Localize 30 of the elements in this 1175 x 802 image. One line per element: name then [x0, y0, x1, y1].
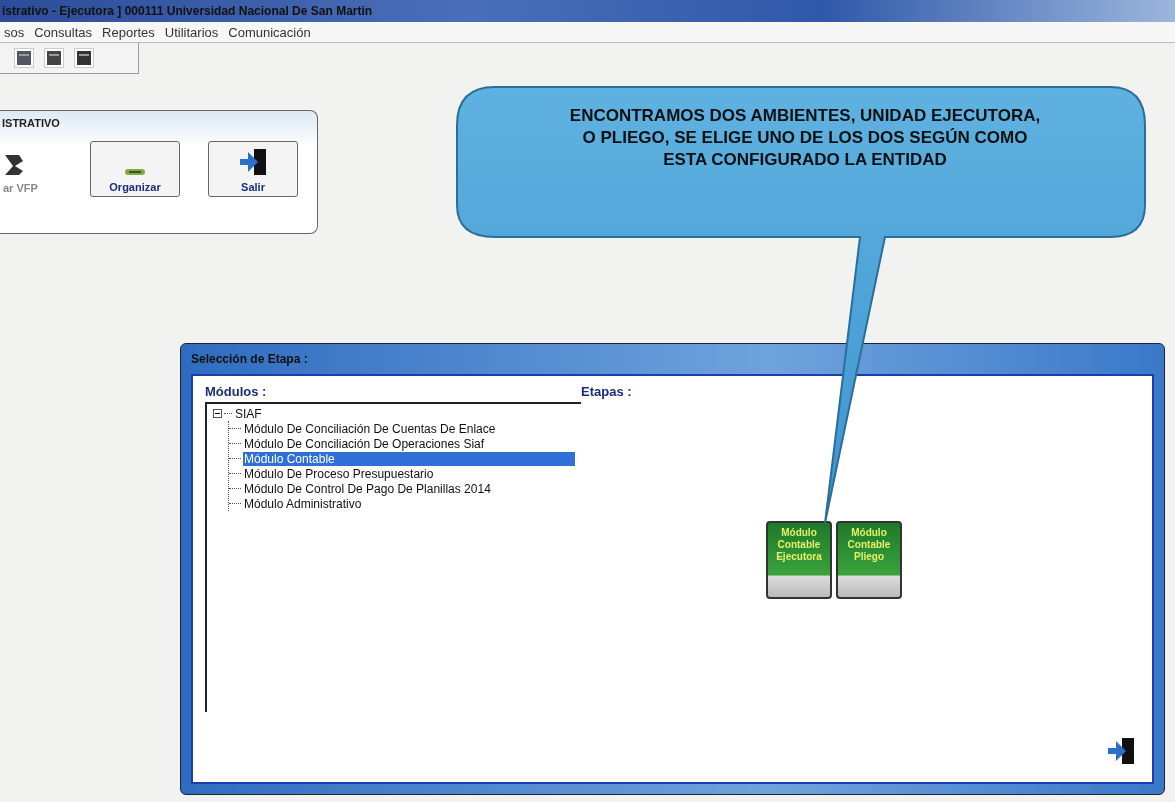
exit-icon[interactable]: [1106, 736, 1136, 766]
stage-button[interactable]: Módulo Contable Pliego: [836, 521, 902, 599]
tree-item[interactable]: Módulo Contable: [243, 451, 575, 466]
toolbar-button[interactable]: [44, 48, 64, 68]
collapse-icon[interactable]: [213, 409, 222, 418]
toolbar-button[interactable]: [14, 48, 34, 68]
tree-item[interactable]: SIAF: [234, 406, 263, 421]
dialog-title: Selección de Etapa :: [191, 352, 308, 366]
tree-item[interactable]: Módulo De Proceso Presupuestario: [243, 466, 435, 481]
toolbar-button[interactable]: ar VFP: [0, 141, 62, 197]
exit-icon: [238, 147, 268, 177]
tree-item[interactable]: Módulo Administrativo: [243, 496, 363, 511]
menu-item[interactable]: Utilitarios: [164, 24, 219, 40]
callout-text: ENCONTRAMOS DOS AMBIENTES, UNIDAD EJECUTORA, O PLIEGO, SE ELIGE UNO DE LOS DOS SEGÚN COMO ESTA CONFIGURADO LA ENTIDAD: [568, 105, 1042, 171]
modules-label: Módulos :: [205, 384, 268, 399]
stages-label: Etapas :: [581, 384, 633, 399]
window-title: istrativo - Ejecutora ] 000111 Universidad Nacional De San Martin: [2, 4, 373, 18]
menu-item[interactable]: sos: [4, 24, 25, 40]
menu-item[interactable]: Reportes: [102, 24, 155, 40]
tree-item[interactable]: Módulo De Conciliación De Cuentas De Enlace: [243, 421, 497, 436]
arrow-icon: [3, 152, 25, 178]
menu-item[interactable]: Consultas: [34, 24, 93, 40]
panel-title: ISTRATIVO: [1, 116, 61, 131]
stage-button[interactable]: Módulo Contable Ejecutora: [766, 521, 832, 599]
tree-item[interactable]: Módulo De Conciliación De Operaciones Siaf: [243, 436, 486, 451]
toolbar-button[interactable]: [74, 48, 94, 68]
tree-item[interactable]: Módulo De Control De Pago De Planillas 2014: [243, 481, 492, 496]
toolbar-button[interactable]: Salir: [208, 141, 298, 197]
menu-item[interactable]: Comunicación: [228, 24, 311, 40]
toolbar-button[interactable]: Organizar: [90, 141, 180, 197]
